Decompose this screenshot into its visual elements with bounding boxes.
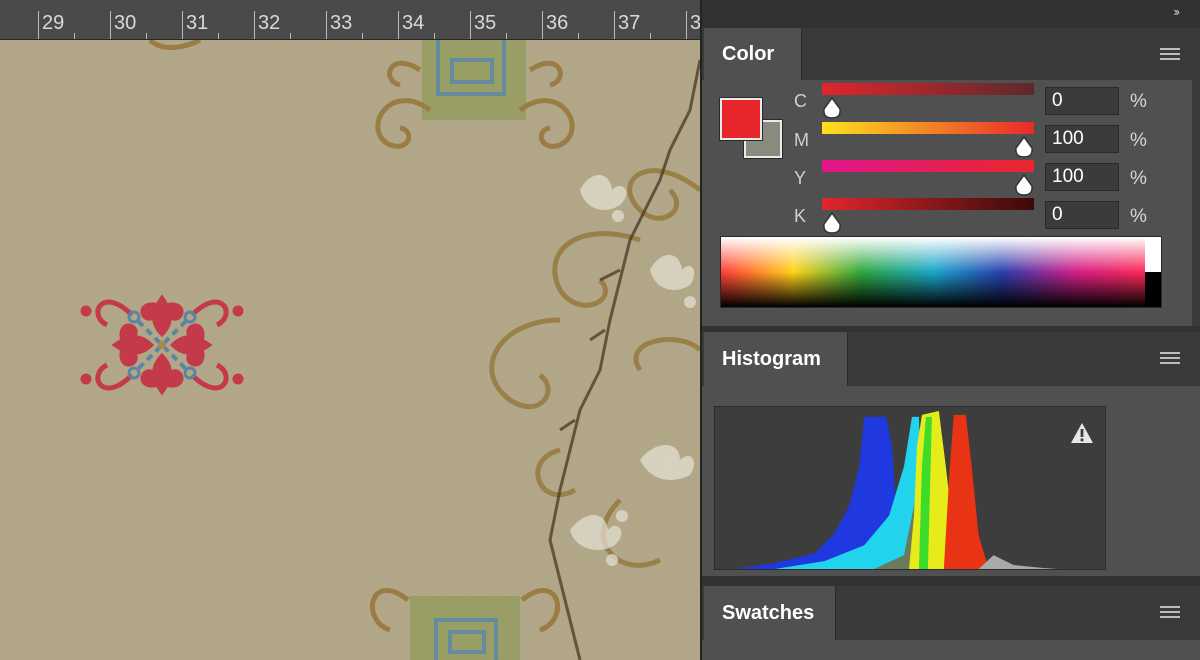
ruler-label-36: 36 (546, 12, 569, 34)
ruler-major-tick (110, 11, 111, 39)
tab-swatches[interactable]: Swatches (704, 586, 836, 640)
foreground-color-swatch[interactable] (719, 97, 763, 141)
warning-triangle-icon[interactable] (1070, 422, 1094, 444)
slider-label-k: K (794, 206, 807, 226)
tab-histogram-label: Histogram (722, 347, 821, 370)
ruler-label-34: 34 (402, 12, 425, 34)
ruler-minor-tick (578, 33, 579, 39)
tab-color[interactable]: Color (704, 28, 802, 80)
swatches-panel (702, 640, 1200, 660)
color-panel: C 0 % M 100 % Y 100 % K 0 % (702, 80, 1200, 326)
tab-histogram[interactable]: Histogram (704, 332, 848, 386)
ruler-minor-tick (74, 33, 75, 39)
color-spectrum-bar[interactable] (720, 236, 1162, 308)
ruler-label-31: 31 (186, 12, 209, 34)
black-unit: % (1130, 206, 1147, 227)
ruler-minor-tick (506, 33, 507, 39)
ruler-major-tick (542, 11, 543, 39)
spectrum-black-chip[interactable] (1145, 272, 1161, 307)
slider-label-c: C (794, 91, 807, 111)
histogram-graph (714, 406, 1106, 570)
swatches-panel-tabbar: Swatches (702, 586, 1200, 640)
cyan-unit: % (1130, 91, 1147, 112)
ruler-minor-tick (434, 33, 435, 39)
yellow-slider-track[interactable] (822, 160, 1034, 172)
black-value-input[interactable]: 0 (1045, 201, 1119, 229)
ruler-minor-tick (650, 33, 651, 39)
color-panel-tabbar: Color (702, 28, 1200, 80)
ruler-major-tick (686, 11, 687, 39)
tab-swatches-label: Swatches (722, 601, 815, 624)
ruler-label-3: 3 (690, 12, 700, 34)
spectrum-white-chip[interactable] (1145, 237, 1161, 272)
ruler-major-tick (398, 11, 399, 39)
ruler-label-29: 29 (42, 12, 65, 34)
ruler-major-tick (38, 11, 39, 39)
document-canvas[interactable]: 29 30 31 32 33 34 35 36 37 3 (0, 0, 700, 660)
ruler-label-32: 32 (258, 12, 281, 34)
slider-label-m: M (794, 130, 809, 150)
black-slider-thumb[interactable] (822, 212, 842, 234)
yellow-slider-thumb[interactable] (1014, 174, 1034, 196)
ruler-major-tick (182, 11, 183, 39)
magenta-value-input[interactable]: 100 (1045, 125, 1119, 153)
ruler-major-tick (326, 11, 327, 39)
yellow-unit: % (1130, 168, 1147, 189)
panels-dock: ›› Color C 0 % M 100 % Y 100 % K 0 % His… (700, 0, 1200, 660)
cyan-value-input[interactable]: 0 (1045, 87, 1119, 115)
ruler-minor-tick (218, 33, 219, 39)
swatches-panel-menu-icon[interactable] (1160, 606, 1180, 621)
horizontal-ruler[interactable]: 29 30 31 32 33 34 35 36 37 3 (0, 0, 700, 40)
spectrum-hue-ramp[interactable] (721, 237, 1147, 307)
ruler-label-33: 33 (330, 12, 353, 34)
magenta-slider-thumb[interactable] (1014, 136, 1034, 158)
ruler-label-30: 30 (114, 12, 137, 34)
color-panel-menu-icon[interactable] (1160, 48, 1180, 63)
ruler-minor-tick (362, 33, 363, 39)
ruler-label-37: 37 (618, 12, 641, 34)
ruler-minor-tick (146, 33, 147, 39)
slider-label-y: Y (794, 168, 807, 188)
black-slider-track[interactable] (822, 198, 1034, 210)
ruler-label-35: 35 (474, 12, 497, 34)
histogram-panel-menu-icon[interactable] (1160, 352, 1180, 367)
histogram-panel (702, 386, 1200, 576)
tab-color-label: Color (722, 42, 775, 65)
magenta-unit: % (1130, 130, 1147, 151)
ruler-major-tick (254, 11, 255, 39)
ruler-major-tick (470, 11, 471, 39)
cyan-slider-track[interactable] (822, 83, 1034, 95)
magenta-slider-track[interactable] (822, 122, 1034, 134)
yellow-value-input[interactable]: 100 (1045, 163, 1119, 191)
canvas-artwork (0, 40, 700, 660)
ruler-major-tick (614, 11, 615, 39)
histogram-panel-tabbar: Histogram (702, 332, 1200, 386)
collapse-panels-icon[interactable]: ›› (1173, 4, 1180, 19)
ruler-minor-tick (290, 33, 291, 39)
cyan-slider-thumb[interactable] (822, 97, 842, 119)
